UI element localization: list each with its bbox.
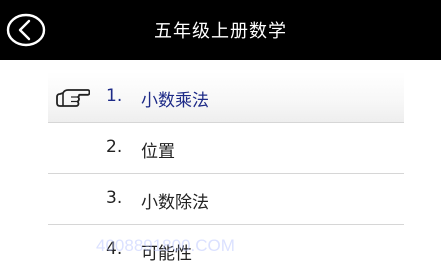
menu-item-label: 位置	[141, 142, 175, 162]
menu-item-number: 1.	[106, 86, 123, 106]
menu-item-number: 3.	[106, 188, 123, 208]
menu-item-label: 小数乘法	[141, 91, 209, 111]
pointing-hand-icon	[56, 89, 90, 107]
watermark: 4008891800.COM	[96, 236, 235, 255]
page-title: 五年级上册数学	[154, 21, 287, 42]
menu-item-2[interactable]: 2. 位置	[48, 123, 404, 174]
header-bar: 五年级上册数学	[0, 0, 441, 60]
menu-item-3[interactable]: 3. 小数除法	[48, 174, 404, 225]
menu-item-number: 2.	[106, 137, 123, 157]
menu-item-1[interactable]: 1. 小数乘法	[48, 72, 404, 123]
menu-item-label: 小数除法	[141, 193, 209, 213]
